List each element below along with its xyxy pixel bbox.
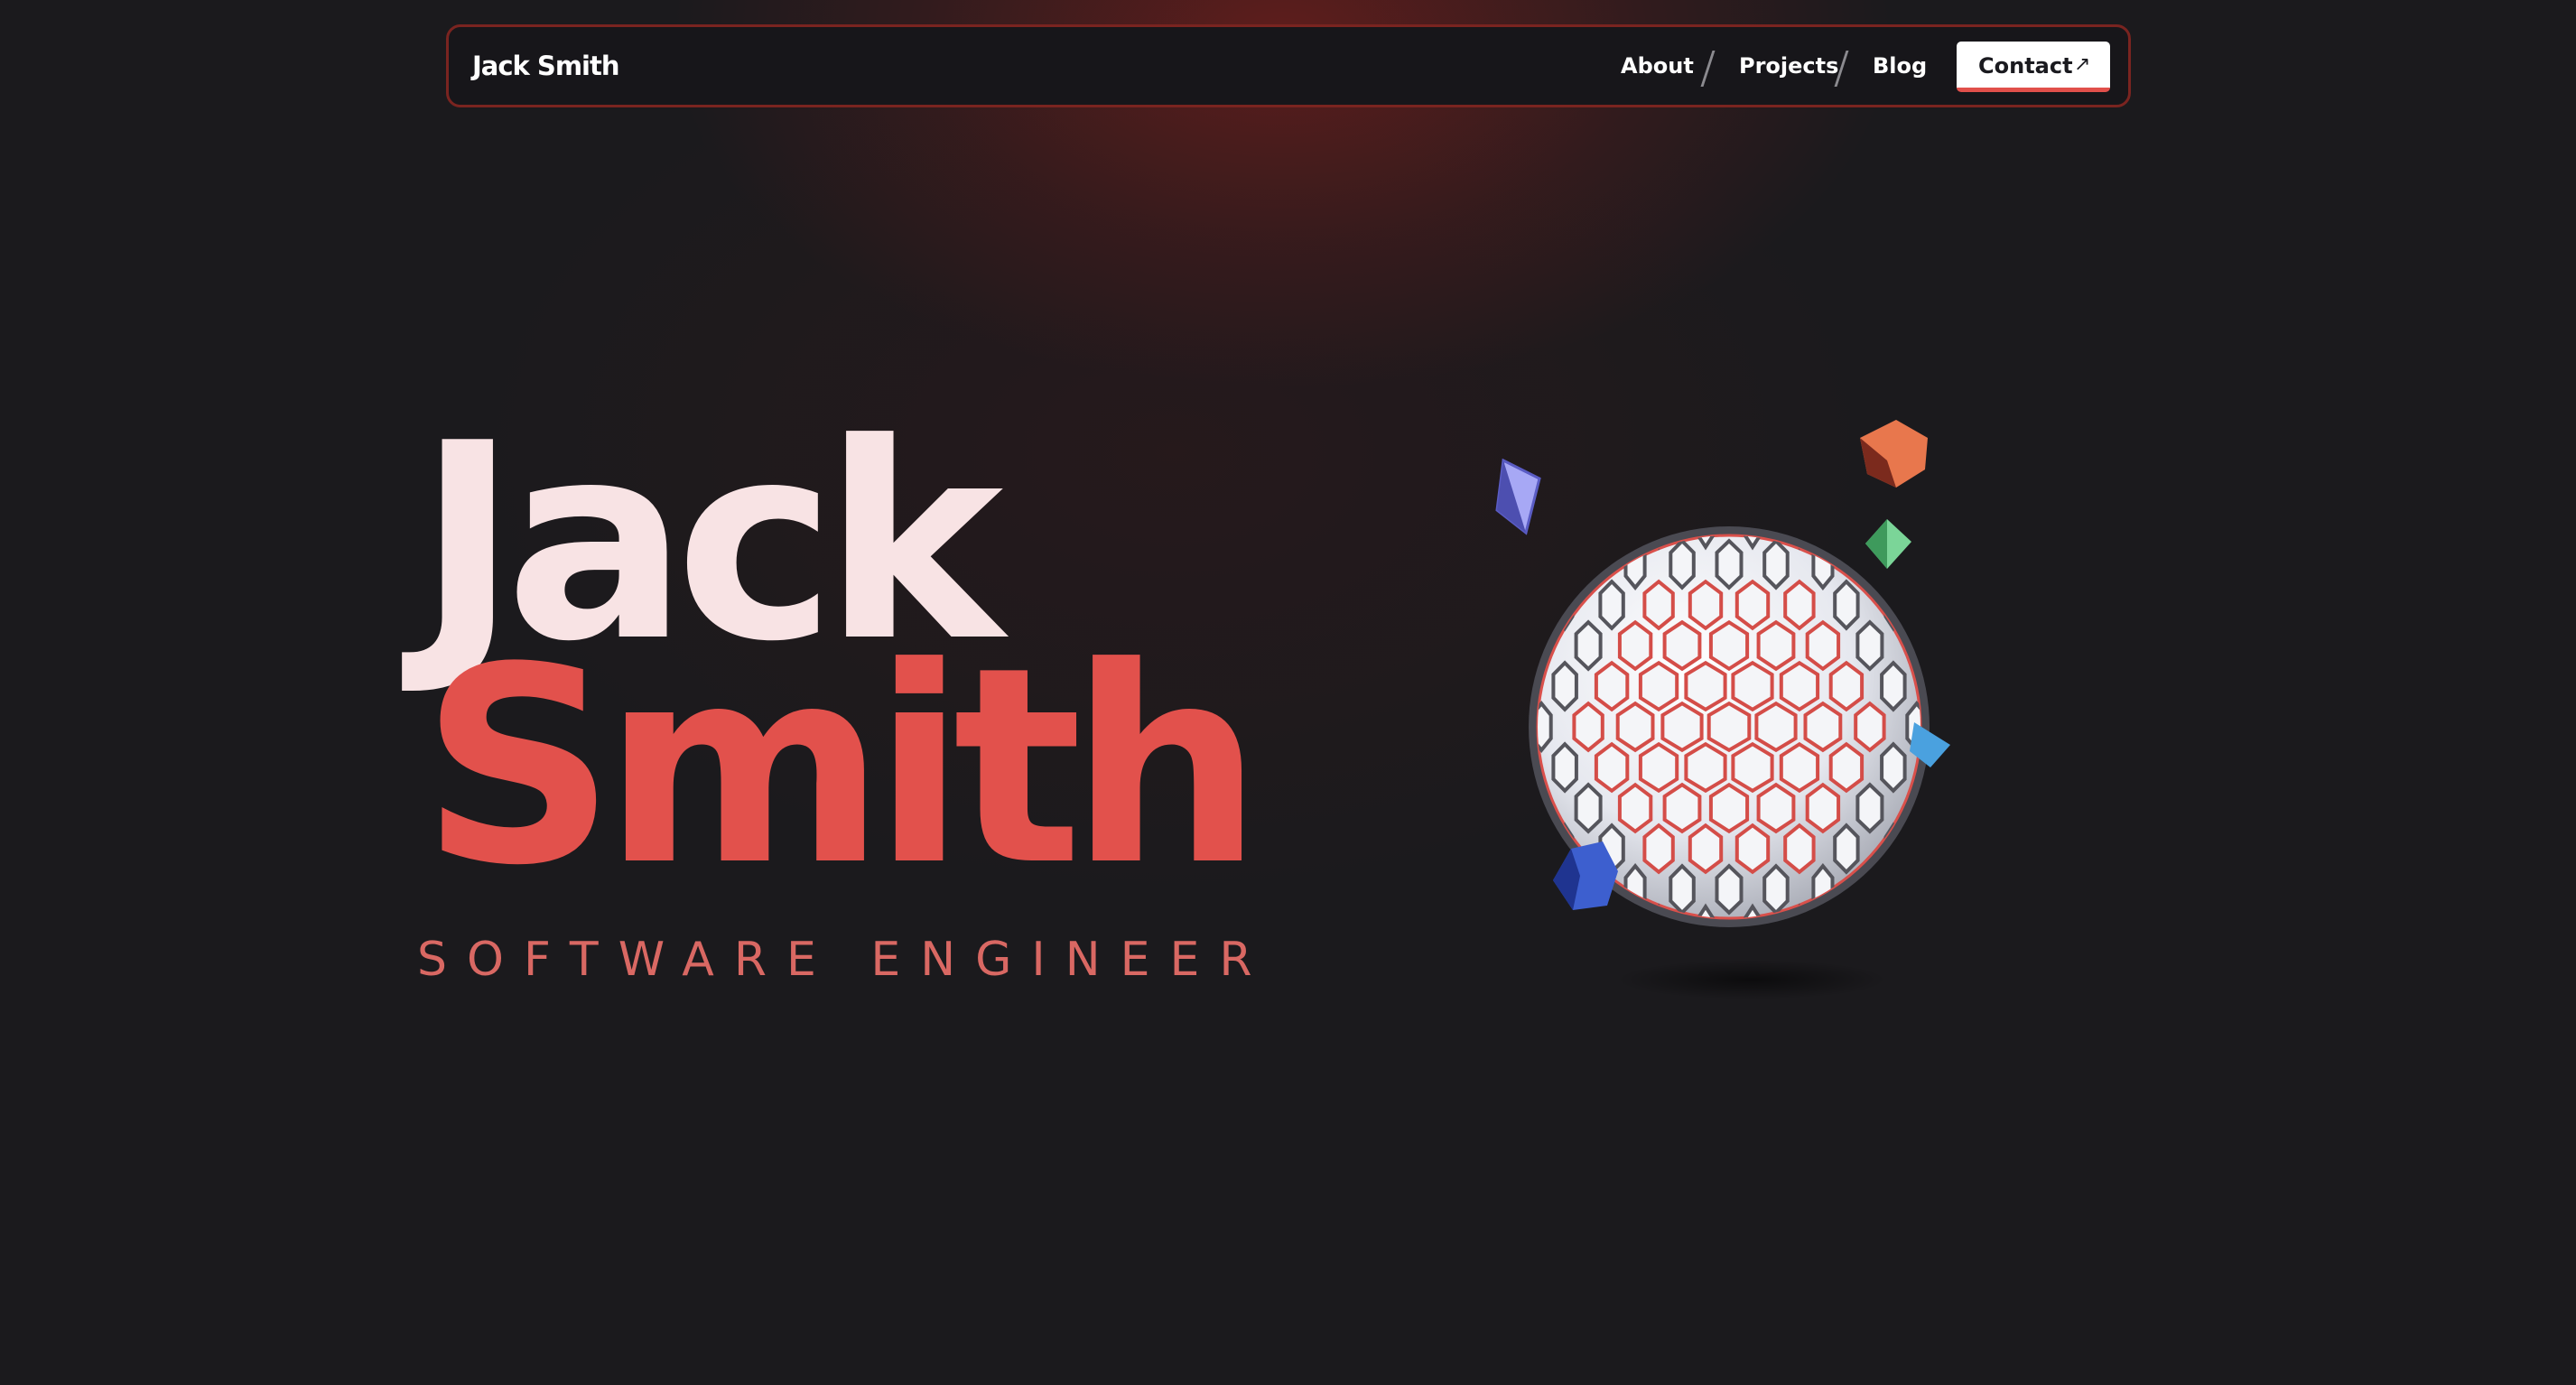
hexagon-globe-3d-icon [1495, 420, 1950, 999]
globe-hex-tile [1708, 619, 1750, 672]
globe-hex-tile [1743, 535, 1762, 551]
hero-role: SOFTWARE ENGINEER [417, 933, 1272, 987]
globe-hex-tile [1696, 903, 1716, 918]
globe-hex-tile [1805, 619, 1841, 672]
globe-hex-tile [1688, 579, 1724, 631]
globe-hex-tile [1617, 619, 1653, 672]
globe-hex-tile [1803, 701, 1843, 753]
globe-hex-tile [1706, 701, 1752, 753]
globe-hex-tile [1638, 741, 1679, 794]
globe-hex-tile [1684, 741, 1727, 794]
nav-link-projects[interactable]: Projects [1739, 27, 1838, 105]
globe-hex-tile [1662, 619, 1702, 672]
globe-hex-tile [1762, 863, 1790, 916]
globe-hex-tile [1805, 782, 1841, 834]
globe-hex-tile [1715, 863, 1744, 916]
globe-hex-tile [1574, 619, 1603, 672]
globe-hex-tile [1615, 701, 1655, 753]
globe-hex-tile [1756, 619, 1796, 672]
globe-hex-tile [1743, 903, 1762, 918]
globe-hex-tile [1688, 823, 1724, 875]
arrow-up-right-icon: ↗ [2074, 53, 2091, 76]
contact-button[interactable]: Contact ↗ [1957, 42, 2110, 92]
globe-hex-tile [1833, 823, 1860, 875]
nav-link-about[interactable]: About [1621, 27, 1694, 105]
globe-hex-tile [1734, 579, 1771, 631]
globe-hex-tile [1828, 741, 1865, 794]
brand-logo[interactable]: Jack Smith [472, 27, 619, 105]
globe-hex-tile [1551, 660, 1578, 712]
globe-hex-tile [1779, 741, 1820, 794]
globe-hex-tile [1855, 782, 1884, 834]
globe-shadow [1616, 960, 1887, 999]
globe-hex-tile [1551, 741, 1578, 794]
globe-hex-tile [1511, 744, 1525, 791]
globe-hex-tile [1756, 782, 1796, 834]
globe-hex-tile [1669, 538, 1696, 590]
globe-hex-tile [1642, 823, 1675, 875]
globe-hex-tile [1783, 823, 1816, 875]
contact-button-label: Contact [1978, 53, 2073, 79]
globe-hex-tile [1880, 741, 1907, 794]
globe-hex-tile [1783, 579, 1816, 631]
globe-hex-tile [1833, 579, 1860, 631]
globe-hex-tile [1708, 782, 1750, 834]
hero-last-name: Smith [421, 609, 1262, 925]
nav-separator [1700, 51, 1716, 87]
globe-hex-tile [1731, 660, 1774, 712]
globe-hex-tile [1734, 823, 1771, 875]
globe-hex-tile [1933, 663, 1948, 710]
globe-hex-tile [1594, 660, 1630, 712]
gem-green-shade [1865, 519, 1887, 569]
globe-hex-tile [1617, 782, 1653, 834]
globe-hex-tile [1779, 660, 1820, 712]
globe-hex-tile [1574, 782, 1603, 834]
globe-hex-tile [1855, 619, 1884, 672]
globe-hex-tile [1642, 579, 1675, 631]
globe-hex-tile [1754, 701, 1798, 753]
globe-hex-tile [1594, 741, 1630, 794]
nav-link-blog[interactable]: Blog [1873, 27, 1927, 105]
globe-hex-tile [1669, 863, 1696, 916]
globe-hex-tile [1572, 701, 1604, 753]
globe-hex-tile [1598, 579, 1625, 631]
globe-hex-tile [1828, 660, 1865, 712]
background-glow [0, 0, 2576, 1385]
globe-hex-tile [1660, 701, 1704, 753]
globe-hex-tile [1638, 660, 1679, 712]
globe-hex-tile [1662, 782, 1702, 834]
globe-hex-tile [1511, 663, 1525, 710]
globe-hex-tile [1762, 538, 1790, 590]
globe-hex-tile [1854, 701, 1886, 753]
globe-hex-tile [1731, 741, 1774, 794]
globe-hex-tile [1880, 660, 1907, 712]
globe-hex-tile [1696, 535, 1716, 551]
navbar: Jack Smith About Projects Blog Contact ↗ [446, 24, 2131, 107]
globe-hex-tile [1684, 660, 1727, 712]
globe-hex-tile [1715, 538, 1744, 590]
